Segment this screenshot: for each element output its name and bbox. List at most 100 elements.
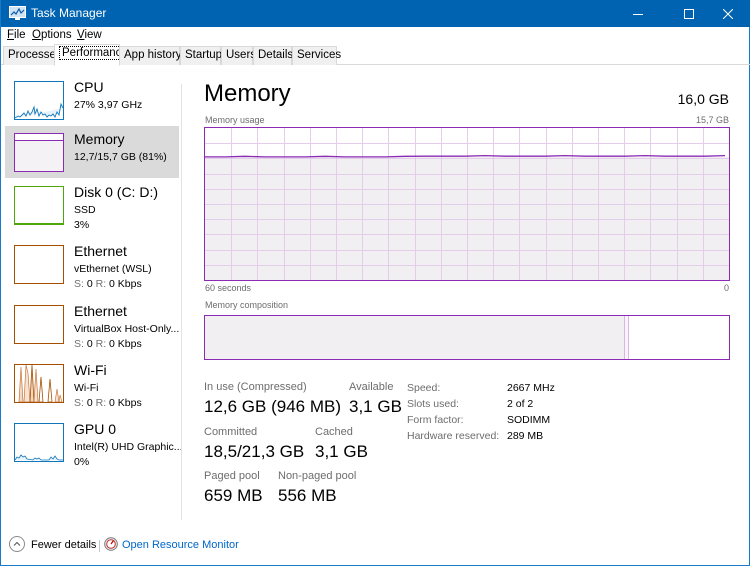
memory-composition-caption: Memory composition — [205, 300, 289, 310]
nonpaged-pool-label: Non-paged pool — [278, 470, 357, 482]
cpu-usage: 27% 3,97 GHz — [74, 99, 143, 111]
fewer-details-link[interactable]: Fewer details — [31, 539, 96, 551]
ethernet-wsl-adapter: vEthernet (WSL) — [74, 263, 152, 275]
form-factor-value: SODIMM — [507, 414, 551, 426]
cpu-sparkline — [15, 102, 63, 119]
tab-processes[interactable]: Processes — [3, 46, 62, 65]
sidebar-item-memory[interactable]: Memory 12,7/15,7 GB (81%) — [5, 126, 179, 178]
sidebar-item-ethernet-wsl[interactable]: Ethernet vEthernet (WSL) S: 0 R: 0 Kbps — [5, 238, 179, 290]
chevron-up-icon — [13, 541, 21, 546]
wifi-throughput: S: 0 R: 0 Kbps — [74, 397, 142, 409]
menu-file[interactable]: File — [7, 29, 26, 41]
ethernet-vbox-label: Ethernet — [74, 303, 127, 319]
usage-line — [205, 154, 726, 158]
task-manager-window: Task Manager File Options View Processes… — [0, 0, 750, 566]
footer: Fewer details Open Resource Monitor — [1, 530, 749, 560]
memory-thumbnail-line — [15, 134, 63, 141]
slots-used-label: Slots used: — [407, 398, 459, 410]
footer-separator — [99, 540, 100, 552]
page-title: Memory — [204, 80, 291, 107]
window-title: Task Manager — [31, 6, 107, 20]
gpu-sparkline — [15, 454, 63, 461]
composition-in-use[interactable] — [205, 316, 624, 359]
menu-bar: File Options View — [1, 27, 750, 45]
memory-usage-graph — [204, 127, 730, 281]
tab-startup[interactable]: Startup — [180, 46, 222, 65]
committed-value: 18,5/21,3 GB — [204, 442, 305, 461]
tab-details[interactable]: Details — [253, 46, 293, 65]
disk-type: SSD — [74, 204, 96, 216]
ethernet-vbox-adapter: VirtualBox Host-Only... — [74, 323, 180, 335]
sidebar-item-cpu[interactable]: CPU 27% 3,97 GHz — [5, 74, 179, 126]
gpu-thumbnail-graph — [14, 423, 64, 462]
memory-usage-chart — [205, 128, 729, 280]
sidebar-item-ethernet-virtualbox[interactable]: Ethernet VirtualBox Host-Only... S: 0 R:… — [5, 298, 179, 350]
paged-pool-label: Paged pool — [204, 470, 260, 482]
disk-activity-line — [15, 223, 63, 224]
time-axis-start: 60 seconds — [205, 283, 252, 293]
ethernet-wsl-thumbnail-graph — [14, 245, 64, 284]
menu-options[interactable]: Options — [32, 29, 72, 41]
resource-monitor-icon — [104, 537, 118, 551]
tab-performance[interactable]: Performance — [54, 44, 131, 66]
wifi-label: Wi-Fi — [74, 362, 107, 378]
ethernet-vbox-thumbnail-graph — [14, 305, 64, 344]
memory-usage-max: 15,7 GB — [695, 115, 729, 125]
maximize-icon — [684, 8, 694, 19]
menu-options-rest: ptions — [40, 29, 72, 41]
nonpaged-pool-value: 556 MB — [278, 486, 337, 505]
available-value: 3,1 GB — [349, 397, 402, 416]
wifi-thumbnail-graph — [14, 364, 64, 403]
close-button[interactable] — [705, 0, 750, 27]
tab-users[interactable]: Users — [221, 46, 256, 65]
task-manager-app-icon — [9, 6, 26, 20]
menu-view-rest: iew — [84, 29, 102, 41]
memory-composition-bar — [204, 315, 730, 360]
form-factor-label: Form factor: — [407, 414, 464, 426]
committed-label: Committed — [204, 426, 258, 438]
hardware-reserved-label: Hardware reserved: — [407, 430, 500, 442]
memory-thumbnail-graph — [14, 133, 64, 172]
in-use-label: In use (Compressed) — [204, 381, 307, 393]
paged-pool-value: 659 MB — [204, 486, 263, 505]
minimize-button[interactable] — [615, 0, 661, 27]
composition-free[interactable] — [629, 316, 729, 359]
wifi-adapter: Wi-Fi — [74, 382, 99, 394]
sidebar-item-wifi[interactable]: Wi-Fi Wi-Fi S: 0 R: 0 Kbps — [5, 357, 179, 409]
tab-app-history[interactable]: App history — [119, 46, 182, 65]
cpu-label: CPU — [74, 79, 104, 95]
time-axis-end: 0 — [723, 283, 729, 293]
ethernet-wsl-throughput: S: 0 R: 0 Kbps — [74, 278, 142, 290]
memory-usage: 12,7/15,7 GB (81%) — [74, 151, 167, 163]
menu-view[interactable]: View — [77, 29, 102, 41]
fewer-details-button[interactable] — [9, 536, 25, 552]
sidebar-item-gpu[interactable]: GPU 0 Intel(R) UHD Graphic... 0% — [5, 416, 183, 468]
sidebar-divider[interactable] — [181, 84, 182, 520]
ethernet-vbox-throughput: S: 0 R: 0 Kbps — [74, 338, 142, 350]
title-bar[interactable]: Task Manager — [1, 0, 750, 27]
tab-services[interactable]: Services — [292, 46, 341, 65]
disk-usage: 3% — [74, 219, 90, 231]
memory-label: Memory — [74, 131, 125, 147]
disk-thumbnail-graph — [14, 186, 64, 225]
gpu-label: GPU 0 — [74, 421, 117, 437]
memory-total: 16,0 GB — [677, 91, 729, 107]
memory-usage-caption: Memory usage — [205, 115, 265, 125]
cached-value: 3,1 GB — [315, 442, 368, 461]
sidebar-item-disk[interactable]: Disk 0 (C: D:) SSD 3% — [5, 179, 179, 231]
wifi-sparkline — [18, 365, 63, 402]
hardware-reserved-value: 289 MB — [507, 430, 544, 442]
minimize-icon — [633, 13, 643, 15]
available-label: Available — [349, 381, 394, 393]
cpu-thumbnail-graph — [14, 81, 64, 120]
cached-label: Cached — [315, 426, 353, 438]
close-icon — [723, 8, 733, 19]
gpu-model: Intel(R) UHD Graphic... — [74, 441, 183, 453]
gpu-usage: 0% — [74, 456, 90, 468]
slots-used-value: 2 of 2 — [507, 398, 534, 410]
ethernet-wsl-label: Ethernet — [74, 243, 127, 259]
open-resource-monitor-link[interactable]: Open Resource Monitor — [122, 539, 239, 551]
performance-sidebar: CPU 27% 3,97 GHz Memory 12,7/15,7 GB (81… — [5, 70, 183, 520]
speed-value: 2667 MHz — [507, 382, 555, 394]
speed-label: Speed: — [407, 382, 441, 394]
